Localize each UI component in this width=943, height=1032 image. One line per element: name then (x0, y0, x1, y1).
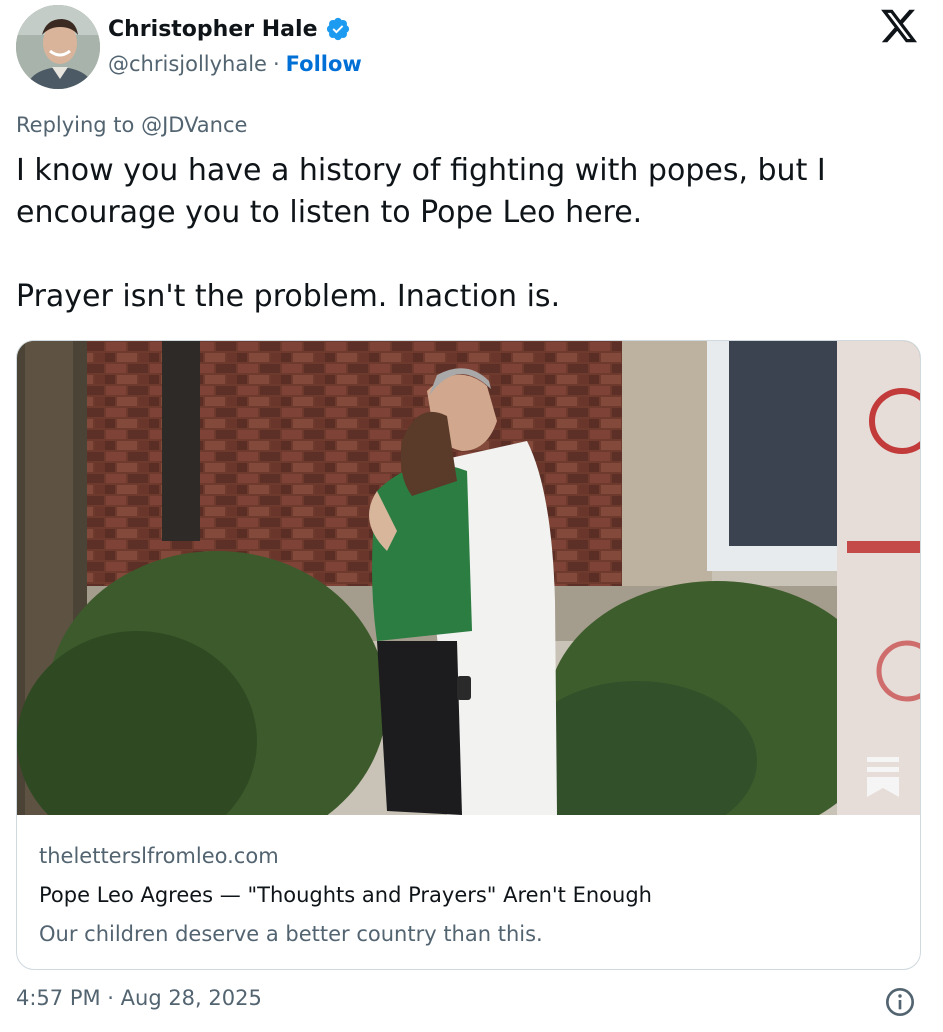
info-icon[interactable] (884, 986, 916, 1018)
replying-to-prefix: Replying to (16, 113, 142, 137)
avatar[interactable] (16, 5, 100, 89)
author-display-name[interactable]: Christopher Hale (108, 17, 317, 42)
author-name-row: Christopher Hale (108, 12, 351, 46)
card-image (17, 341, 920, 815)
reply-mention-link[interactable]: @JDVance (141, 113, 247, 137)
x-logo-icon[interactable] (878, 6, 920, 46)
card-domain: theletterslfromleo.com (39, 844, 279, 868)
card-meta: theletterslfromleo.com Pope Leo Agrees —… (39, 841, 899, 949)
verified-badge-icon (325, 16, 351, 42)
follow-button[interactable]: Follow (286, 52, 362, 76)
tweet-paragraph: I know you have a history of fighting wi… (16, 153, 826, 230)
separator-dot: · (272, 52, 280, 76)
tweet-timestamp[interactable]: 4:57 PM · Aug 28, 2025 (16, 986, 262, 1010)
card-description: Our children deserve a better country th… (39, 922, 543, 946)
author-handle-row: @chrisjollyhale · Follow (108, 52, 362, 76)
card-title: Pope Leo Agrees — "Thoughts and Prayers"… (39, 883, 652, 907)
avatar-photo (16, 5, 100, 89)
tweet-paragraph: Prayer isn't the problem. Inaction is. (16, 279, 561, 314)
link-card[interactable]: theletterslfromleo.com Pope Leo Agrees —… (16, 340, 921, 970)
replying-to-line: Replying to @JDVance (16, 113, 247, 137)
tweet-text: I know you have a history of fighting wi… (16, 150, 916, 318)
author-handle[interactable]: @chrisjollyhale (108, 52, 267, 76)
